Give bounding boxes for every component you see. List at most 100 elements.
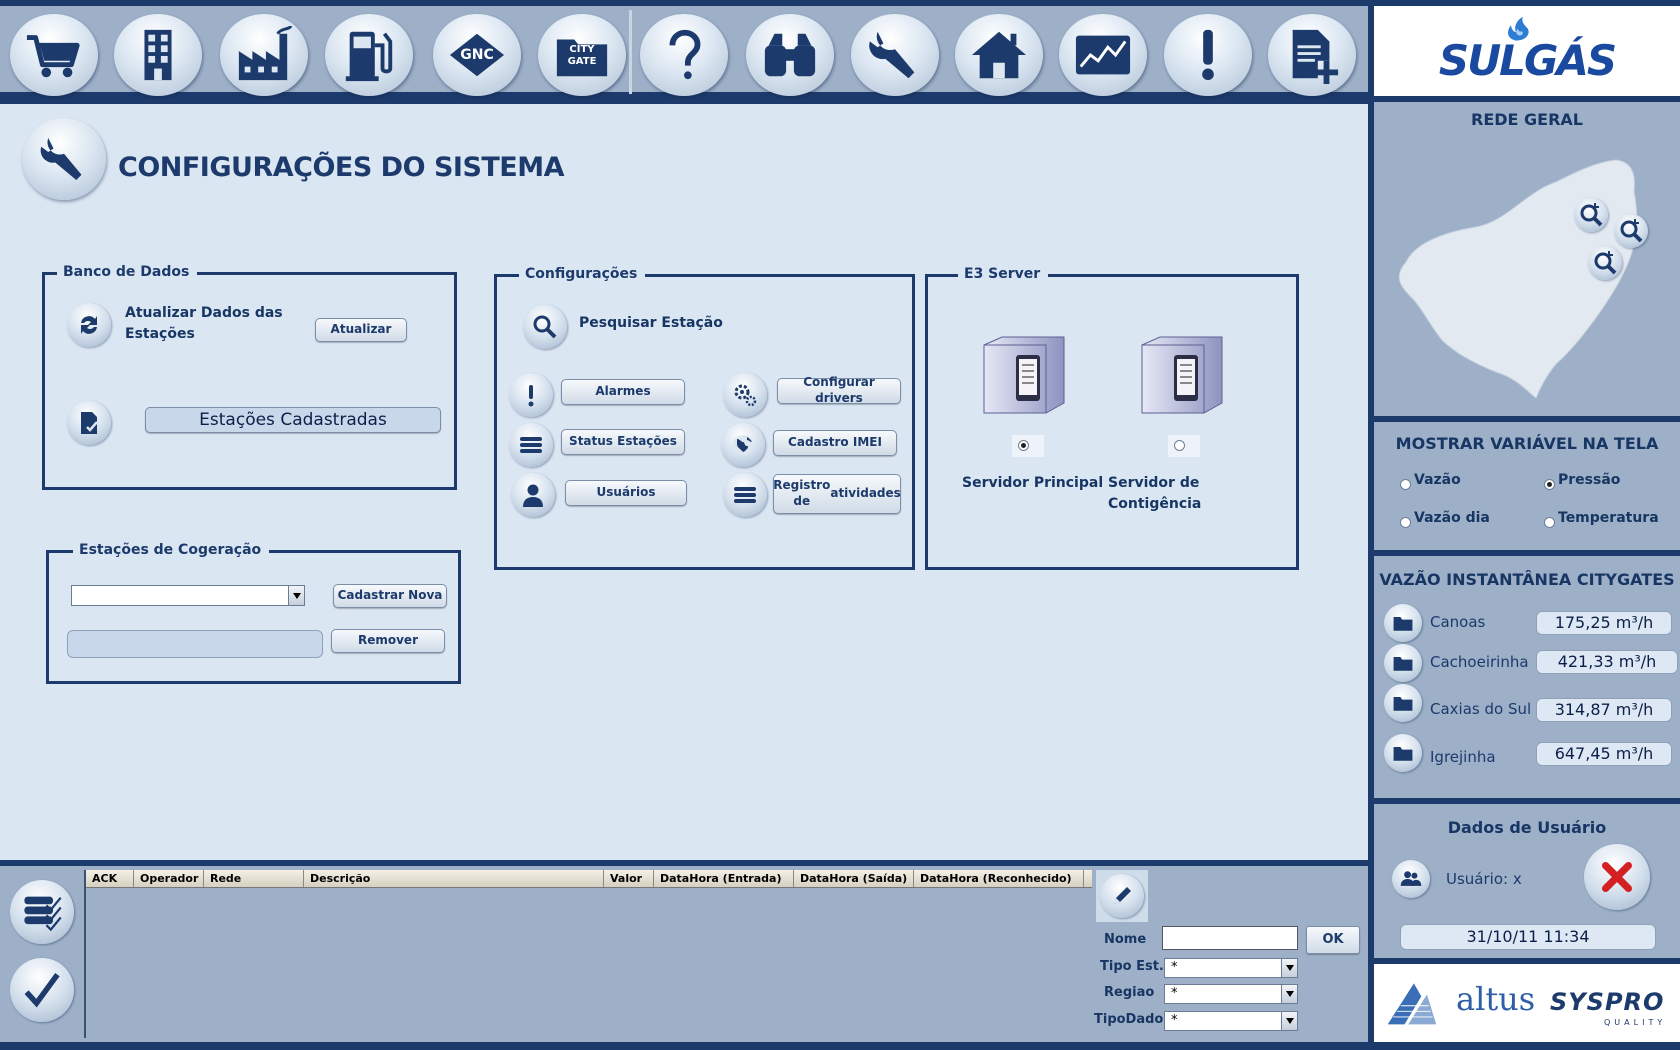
e3-server-legend: E3 Server xyxy=(958,266,1049,282)
temperatura-label[interactable]: Temperatura xyxy=(1558,508,1659,529)
database-check-button[interactable] xyxy=(10,880,74,944)
wrench-icon xyxy=(869,31,915,79)
vazao-dia-radio[interactable] xyxy=(1400,517,1411,528)
dados-usuario-title: Dados de Usuário xyxy=(1447,818,1607,837)
globe-icon xyxy=(721,423,765,467)
usuarios-button[interactable]: Usuários xyxy=(565,480,687,506)
pesquisar-estacao-label[interactable]: Pesquisar Estação xyxy=(579,313,723,334)
city-gate-line1: CITY xyxy=(569,44,595,55)
zoom-in-icon[interactable] xyxy=(1574,198,1608,232)
configurar-drivers-button[interactable]: Configurar drivers xyxy=(777,375,901,405)
estacoes-cadastradas-button[interactable]: Estações Cadastradas xyxy=(145,407,441,433)
chevron-down-icon[interactable] xyxy=(288,586,304,605)
settings-wrench-button[interactable] xyxy=(851,14,939,96)
atualizar-button[interactable]: Atualizar xyxy=(315,318,407,342)
column-header[interactable]: Rede xyxy=(204,870,304,887)
chevron-down-icon[interactable] xyxy=(1281,959,1297,977)
principal-radio-box xyxy=(1012,435,1044,457)
cadastro-imei-button[interactable]: Cadastro IMEI xyxy=(773,430,897,456)
new-report-button[interactable] xyxy=(1268,14,1356,96)
column-header[interactable]: Descrição xyxy=(304,870,604,887)
server-contingencia-icon xyxy=(1138,333,1224,417)
column-header[interactable]: Operador xyxy=(134,870,204,887)
city-gate-label: CITY GATE xyxy=(568,44,597,68)
rede-geral-title: REDE GERAL xyxy=(1471,110,1583,129)
fuel-pump-icon xyxy=(345,31,393,82)
dados-usuario-section: Dados de Usuário Usuário: x 31/10/11 11:… xyxy=(1374,804,1680,958)
ok-button[interactable]: OK xyxy=(1306,926,1360,954)
tipo-dado-select[interactable]: * xyxy=(1164,1011,1298,1031)
column-header[interactable]: DataHora (Saída) xyxy=(794,870,914,887)
vazao-label[interactable]: Vazão xyxy=(1414,470,1461,491)
cogeracao-panel: Estações de Cogeração Cadastrar Nova Rem… xyxy=(46,542,461,684)
tipo-est-value: * xyxy=(1171,960,1178,975)
gnc-button[interactable]: GNC xyxy=(433,14,521,96)
folder-icon[interactable] xyxy=(1384,644,1422,682)
contingencia-radio[interactable] xyxy=(1174,440,1185,451)
fuel-pump-button[interactable] xyxy=(325,14,413,96)
usuario-label: Usuário: x xyxy=(1446,870,1522,888)
alarm-button[interactable] xyxy=(1164,14,1252,96)
city-gate-line2: GATE xyxy=(567,56,597,67)
edit-button[interactable] xyxy=(1096,870,1148,922)
cogeracao-select[interactable] xyxy=(71,585,305,606)
alarmes-button[interactable]: Alarmes xyxy=(561,379,685,405)
column-header[interactable]: ACK xyxy=(86,870,134,887)
datetime-display: 31/10/11 11:34 xyxy=(1400,924,1656,950)
citygate-name: Canoas xyxy=(1430,613,1486,631)
column-header[interactable]: DataHora (Entrada) xyxy=(654,870,794,887)
registro-atividades-button[interactable]: Registro de atividades xyxy=(773,474,901,514)
syspro-logo-text: SYSPRO xyxy=(1550,988,1665,1016)
trend-chart-button[interactable] xyxy=(1059,14,1147,96)
factory-button[interactable] xyxy=(220,14,308,96)
logout-button[interactable] xyxy=(1584,844,1650,910)
search-icon[interactable] xyxy=(523,305,567,349)
cogeracao-field[interactable] xyxy=(67,630,323,658)
folder-icon[interactable] xyxy=(1384,734,1422,772)
banco-dados-legend: Banco de Dados xyxy=(57,264,198,280)
question-icon xyxy=(669,29,701,80)
sulgas-logo: SULGÁS xyxy=(1374,6,1680,96)
vazao-dia-label[interactable]: Vazão dia xyxy=(1414,508,1490,529)
chevron-down-icon[interactable] xyxy=(1281,985,1297,1003)
cart-button[interactable] xyxy=(10,14,98,96)
pressao-radio[interactable] xyxy=(1544,479,1555,490)
folder-icon[interactable] xyxy=(1384,684,1422,722)
city-gate-button[interactable]: CITY GATE xyxy=(538,14,626,96)
cadastrar-nova-button[interactable]: Cadastrar Nova xyxy=(333,584,447,608)
tipo-est-select[interactable]: * xyxy=(1164,958,1298,978)
rede-geral-section: REDE GERAL xyxy=(1374,102,1680,416)
document-add-icon xyxy=(1292,29,1339,84)
zoom-in-icon[interactable] xyxy=(1588,246,1622,280)
zoom-in-icon[interactable] xyxy=(1614,214,1648,248)
update-text-line1: Atualizar Dados das xyxy=(125,305,283,321)
list-icon xyxy=(723,473,767,517)
citygate-value: 314,87 m³/h xyxy=(1536,698,1672,722)
status-estacoes-button[interactable]: Status Estações xyxy=(561,429,685,455)
factory-icon xyxy=(238,26,293,81)
acknowledge-button[interactable] xyxy=(10,958,74,1022)
folder-icon[interactable] xyxy=(1384,604,1422,642)
principal-radio[interactable] xyxy=(1018,440,1029,451)
temperatura-radio[interactable] xyxy=(1544,517,1555,528)
help-button[interactable] xyxy=(640,14,728,96)
home-button[interactable] xyxy=(955,14,1043,96)
building-button[interactable] xyxy=(114,14,202,96)
binoculars-icon xyxy=(764,33,816,77)
remover-button[interactable]: Remover xyxy=(331,629,445,653)
building-icon xyxy=(144,29,172,81)
pencil-icon xyxy=(1100,874,1144,918)
column-header[interactable]: Valor xyxy=(604,870,654,887)
gears-icon xyxy=(723,373,767,417)
alarm-table[interactable]: ACK Operador Rede Descrição Valor DataHo… xyxy=(84,870,1092,1038)
vazao-radio[interactable] xyxy=(1400,479,1411,490)
rs-state-map xyxy=(1398,159,1638,399)
column-header[interactable]: DataHora (Reconhecido) xyxy=(914,870,1084,887)
nome-input[interactable] xyxy=(1162,926,1298,950)
syspro-quality-text: QUALITY xyxy=(1604,1018,1667,1027)
regiao-select[interactable]: * xyxy=(1164,984,1298,1004)
servidor-contingencia-label: Servidor de Contigência xyxy=(1108,475,1202,512)
chevron-down-icon[interactable] xyxy=(1281,1012,1297,1030)
pressao-label[interactable]: Pressão xyxy=(1558,470,1620,491)
binoculars-button[interactable] xyxy=(746,14,834,96)
